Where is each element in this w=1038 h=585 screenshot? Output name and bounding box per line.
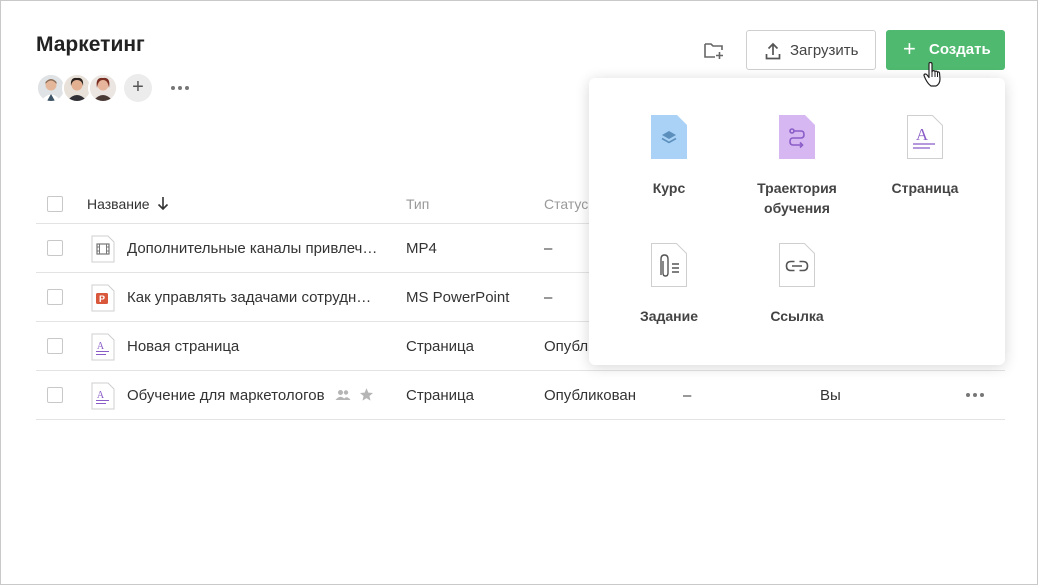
row-title[interactable]: Дополнительные каналы привлеч… [127,240,377,257]
create-menu: Курс Траектория обучения A Страница Зада… [589,78,1005,365]
avatar[interactable] [88,73,118,103]
svg-text:P: P [99,294,105,304]
row-status: – [544,289,553,306]
row-checkbox[interactable] [47,387,63,403]
plus-icon: + [903,36,916,61]
row-extra: – [683,387,692,404]
upload-button[interactable]: Загрузить [746,30,876,70]
table-row[interactable]: A Обучение для маркетологов Страница Опу… [36,371,1005,420]
create-menu-item-label: Страница [891,180,959,196]
create-button[interactable]: + Создать [886,30,1005,70]
shared-users-icon [335,390,351,400]
upload-icon [765,42,781,60]
video-file-icon [91,235,115,263]
row-type: MS PowerPoint [406,289,510,306]
row-type: MP4 [406,240,437,257]
column-header-status[interactable]: Статус [544,196,588,212]
row-checkbox[interactable] [47,338,63,354]
add-member-button[interactable]: + [124,74,152,102]
row-owner: Вы [820,387,841,404]
star-icon[interactable] [359,387,374,402]
hand-cursor-icon [923,62,941,87]
page-file-icon: A [91,333,115,361]
svg-text:A: A [97,341,105,352]
course-icon [651,115,687,159]
column-header-name[interactable]: Название [87,196,150,212]
svg-text:A: A [916,125,929,144]
select-all-checkbox[interactable] [47,196,63,212]
link-icon [779,243,815,287]
assignment-icon [651,243,687,287]
row-status: – [544,240,553,257]
row-type: Страница [406,338,474,355]
row-title[interactable]: Как управлять задачами сотрудн… [127,289,371,306]
create-menu-item-label: Задание [639,308,699,324]
upload-button-label: Загрузить [790,42,859,59]
create-menu-item-label: Ссылка [770,308,824,324]
create-menu-item-label: Курс [652,180,686,196]
row-checkbox[interactable] [47,240,63,256]
row-status: Опубликован [544,387,637,404]
row-checkbox[interactable] [47,289,63,305]
svg-text:A: A [97,390,105,401]
create-menu-item-label: Траектория обучения [757,180,837,216]
page-icon: A [907,115,943,159]
create-button-label: Создать [929,41,991,58]
learning-path-icon [779,115,815,159]
new-folder-icon[interactable] [703,40,725,60]
powerpoint-file-icon: P [91,284,115,312]
page-title: Маркетинг [36,33,145,56]
page-file-icon: A [91,382,115,410]
row-title[interactable]: Обучение для маркетологов [127,387,325,404]
column-header-type[interactable]: Тип [406,196,429,212]
row-type: Страница [406,387,474,404]
members-more-icon[interactable] [168,75,192,99]
row-title[interactable]: Новая страница [127,338,239,355]
sort-arrow-down-icon[interactable] [157,196,169,211]
row-more-icon[interactable] [966,393,986,399]
